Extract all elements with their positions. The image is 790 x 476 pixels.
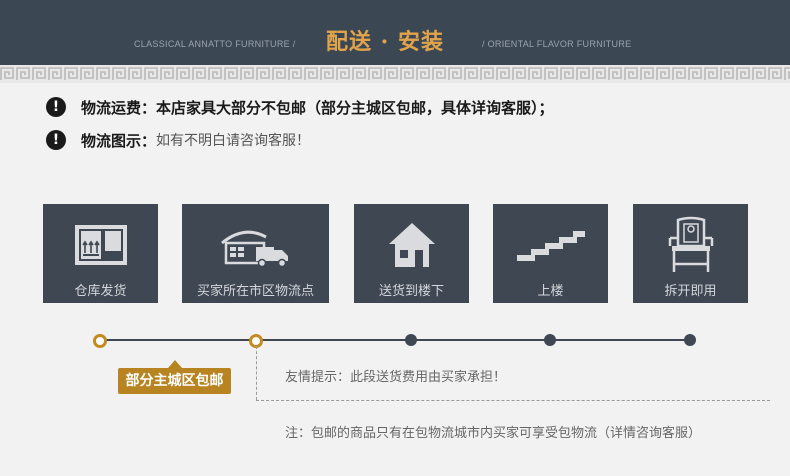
step-label: 仓库发货	[74, 284, 127, 299]
notice-text: 如有不明白请咨询客服！	[156, 133, 311, 149]
free-shipping-badge: 部分主城区包邮	[118, 360, 231, 394]
step-city-logistics-point: 买家所在市区物流点	[182, 204, 329, 303]
fret-pattern-band	[0, 65, 790, 83]
step-unpack-and-use: 拆开即用	[633, 204, 748, 303]
header-right-subtitle: / ORIENTAL FLAVOR FURNITURE	[482, 39, 632, 49]
timeline-node-paid	[405, 334, 417, 346]
step-upstairs: 上楼	[493, 204, 608, 303]
header-banner: CLASSICAL ANNATTO FURNITURE / 配送 · 安装 / …	[0, 0, 790, 65]
notice-logistics-diagram: ! 物流图示： 如有不明白请咨询客服！	[46, 129, 310, 151]
friendly-tip: 友情提示：此段送货费用由买家承担！	[285, 370, 507, 385]
dashed-divider-vertical	[256, 346, 257, 400]
chair-icon	[668, 216, 713, 272]
header-left-subtitle: CLASSICAL ANNATTO FURNITURE /	[134, 39, 296, 49]
notice-text: 本店家具大部分不包邮（部分主城区包邮，具体详询客服）；	[156, 98, 554, 117]
dashed-divider-horizontal	[256, 400, 770, 401]
step-label: 拆开即用	[664, 284, 717, 299]
step-label: 上楼	[537, 284, 564, 299]
step-label: 买家所在市区物流点	[196, 284, 314, 299]
notice-shipping-fee: ! 物流运费： 本店家具大部分不包邮（部分主城区包邮，具体详询客服）；	[46, 96, 554, 118]
timeline-node-free	[93, 334, 107, 348]
timeline-node-paid	[684, 334, 696, 346]
step-warehouse-shipping: 仓库发货	[43, 204, 158, 303]
house-icon	[388, 223, 435, 267]
timeline-node-paid	[544, 334, 556, 346]
logistics-truck-icon	[220, 230, 288, 268]
fret-pattern	[0, 65, 790, 83]
stairs-icon	[516, 231, 585, 261]
notice-label: 物流图示：	[81, 131, 157, 150]
timeline-line	[100, 339, 690, 341]
step-label: 送货到楼下	[378, 284, 444, 299]
notice-label: 物流运费：	[81, 98, 157, 117]
warehouse-box-icon	[74, 225, 127, 265]
exclamation-icon: !	[46, 130, 66, 150]
page-title: 配送 · 安装	[326, 29, 444, 55]
step-deliver-downstairs: 送货到楼下	[354, 204, 469, 303]
exclamation-icon: !	[46, 97, 66, 117]
footnote: 注：包邮的商品只有在包物流城市内买家可享受包物流（详情咨询客服）	[285, 426, 702, 441]
